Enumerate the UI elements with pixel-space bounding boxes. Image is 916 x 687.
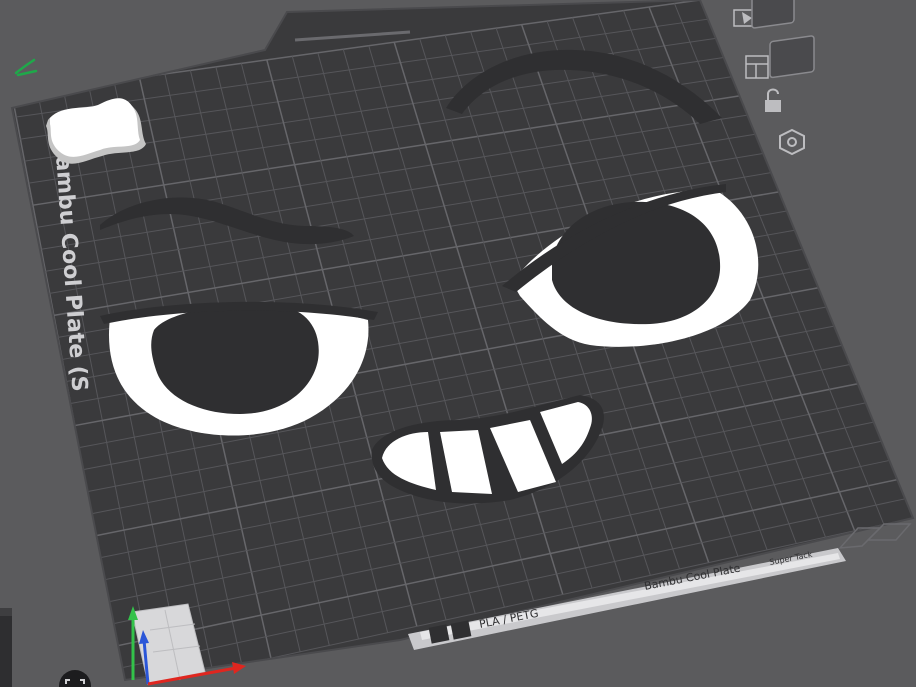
side-object [0, 608, 12, 687]
3d-viewport[interactable]: Bambu Cool Plate (S PLA / PETG Bambu Coo… [0, 0, 916, 687]
